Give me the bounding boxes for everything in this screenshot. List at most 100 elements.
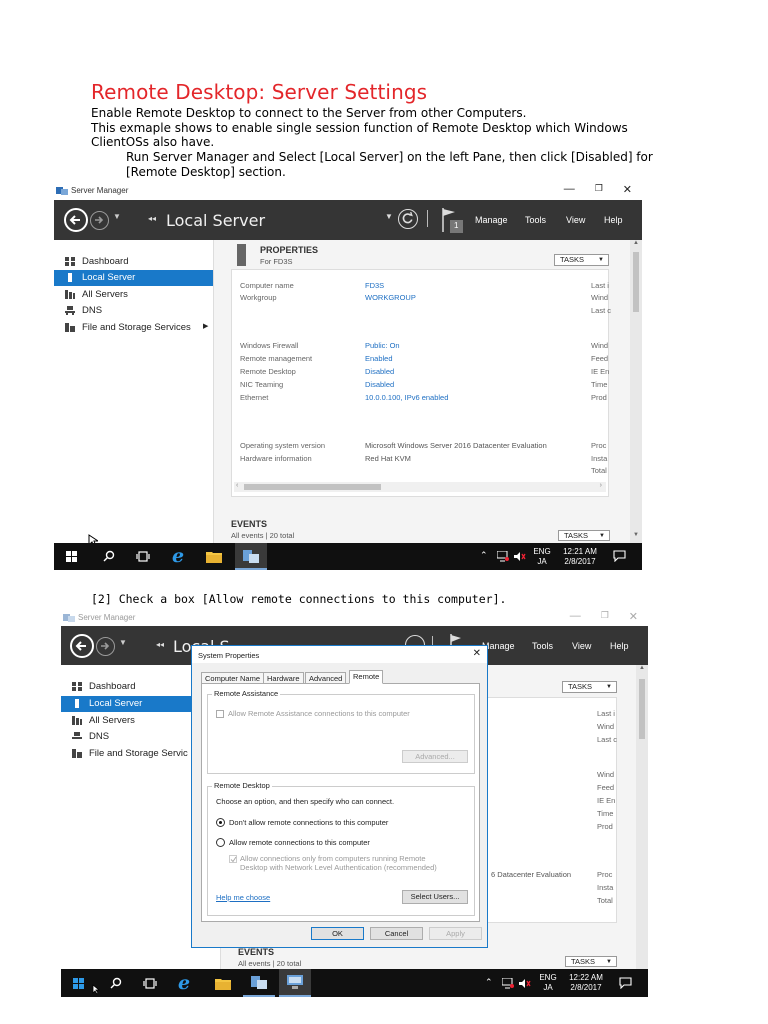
prop-value-link[interactable]: 10.0.0.100, IPv6 enabled xyxy=(365,393,448,402)
notification-icon[interactable] xyxy=(619,977,632,989)
network-icon[interactable] xyxy=(497,551,509,562)
sidebar-item-all-servers[interactable]: All Servers xyxy=(54,287,213,303)
file-explorer-icon[interactable] xyxy=(206,550,222,563)
scroll-down-icon[interactable]: ▼ xyxy=(633,532,639,538)
back-arrow-icon[interactable] xyxy=(64,208,88,232)
prop-value-link[interactable]: Enabled xyxy=(365,354,393,363)
prop-value-link[interactable]: FD3S xyxy=(365,281,384,290)
edge-icon[interactable]: e xyxy=(178,972,190,994)
menu-help[interactable]: Help xyxy=(610,641,629,651)
speaker-icon[interactable] xyxy=(519,978,531,989)
horizontal-scrollbar[interactable]: ‹ › xyxy=(234,482,606,492)
sidebar-item-label: Dashboard xyxy=(82,256,129,267)
language-primary: ENG xyxy=(533,547,551,556)
tab-remote[interactable]: Remote xyxy=(349,670,384,684)
file-explorer-icon[interactable] xyxy=(215,977,231,990)
minimize-icon[interactable]: — xyxy=(570,610,581,623)
menu-manage[interactable]: Manage xyxy=(475,215,508,225)
prop-value-link[interactable]: Public: On xyxy=(365,341,400,350)
tasks-label: TASKS xyxy=(564,531,589,540)
scroll-up-icon[interactable]: ▲ xyxy=(633,240,639,246)
language-indicator[interactable]: ENG JA xyxy=(536,973,560,993)
tasks-dropdown[interactable]: TASKS ▼ xyxy=(558,530,610,541)
tasks-dropdown[interactable]: TASKS ▼ xyxy=(554,254,609,266)
system-clock[interactable]: 12:22 AM 2/8/2017 xyxy=(564,973,608,993)
sidebar-item-file-storage[interactable]: File and Storage Services ▶ xyxy=(54,320,213,336)
radio-dont-allow[interactable] xyxy=(216,818,225,827)
notification-icon[interactable] xyxy=(613,550,626,562)
forward-arrow-icon[interactable] xyxy=(96,637,115,656)
network-icon[interactable] xyxy=(502,978,514,989)
search-icon[interactable] xyxy=(110,977,122,989)
task-view-icon[interactable] xyxy=(143,978,157,989)
windows-start-icon[interactable] xyxy=(66,551,77,562)
refresh-icon[interactable] xyxy=(398,209,418,229)
close-icon[interactable]: ✕ xyxy=(629,610,638,623)
windows-start-icon[interactable] xyxy=(73,978,84,989)
remote-assistance-checkbox[interactable] xyxy=(216,710,224,718)
menu-view[interactable]: View xyxy=(566,215,585,225)
help-me-choose-link[interactable]: Help me choose xyxy=(216,893,270,902)
menu-tools[interactable]: Tools xyxy=(532,641,553,651)
advanced-button[interactable]: Advanced... xyxy=(402,750,468,763)
prop-label-clipped: Time xyxy=(591,380,608,389)
language-indicator[interactable]: ENG JA xyxy=(530,547,554,567)
menu-view[interactable]: View xyxy=(572,641,591,651)
chevron-up-icon[interactable]: ⌃ xyxy=(480,550,488,561)
server-manager-taskbar-button[interactable] xyxy=(243,969,275,997)
maximize-icon[interactable]: ❐ xyxy=(601,610,609,623)
ok-button[interactable]: OK xyxy=(311,927,364,940)
vertical-scrollbar[interactable]: ▲ ▼ xyxy=(630,240,642,543)
radio-allow-remote[interactable] xyxy=(216,838,225,847)
vertical-scrollbar[interactable]: ▲ xyxy=(636,665,648,969)
prop-label: Windows Firewall xyxy=(240,341,299,350)
search-icon[interactable] xyxy=(103,550,115,562)
sidebar-item-dns[interactable]: DNS xyxy=(54,303,213,319)
edge-icon[interactable]: e xyxy=(172,545,184,567)
chevron-up-icon[interactable]: ⌃ xyxy=(485,977,493,988)
scrollbar-thumb[interactable] xyxy=(639,679,645,739)
flag-icon[interactable]: 1 xyxy=(441,206,465,234)
scroll-left-icon[interactable]: ‹ xyxy=(236,482,238,489)
scrollbar-thumb[interactable] xyxy=(633,252,639,312)
system-clock[interactable]: 12:21 AM 2/8/2017 xyxy=(558,547,602,567)
prop-value-link[interactable]: Disabled xyxy=(365,380,394,389)
task-view-icon[interactable] xyxy=(136,551,150,562)
apply-button[interactable]: Apply xyxy=(429,927,482,940)
close-icon[interactable]: ✕ xyxy=(473,648,481,659)
tasks-dropdown[interactable]: TASKS ▼ xyxy=(562,681,617,693)
taskbar: e ⌃ ENG JA 12:21 AM 2/8/2017 xyxy=(54,543,642,570)
chevron-down-icon[interactable]: ▼ xyxy=(119,638,127,647)
remote-desktop-disabled-link[interactable]: Disabled xyxy=(365,367,394,376)
speaker-icon[interactable] xyxy=(514,551,526,562)
prop-value-link[interactable]: WORKGROUP xyxy=(365,293,416,302)
menu-help[interactable]: Help xyxy=(604,215,623,225)
events-subtitle: All events | 20 total xyxy=(231,531,295,540)
server-manager-window-2: Server Manager — ❐ ✕ ▼ ◂◂ Local S Manage… xyxy=(61,610,648,997)
doc-intro-line: Enable Remote Desktop to connect to the … xyxy=(91,106,527,120)
system-properties-taskbar-button[interactable] xyxy=(279,969,311,997)
sidebar-item-label: File and Storage Servic xyxy=(89,748,188,759)
close-icon[interactable]: ✕ xyxy=(623,183,632,196)
select-users-button[interactable]: Select Users... xyxy=(402,890,468,904)
scrollbar-thumb[interactable] xyxy=(244,484,381,490)
minimize-icon[interactable]: — xyxy=(564,183,575,196)
sidebar-item-dashboard[interactable]: Dashboard xyxy=(54,254,213,270)
scroll-up-icon[interactable]: ▲ xyxy=(639,665,645,671)
forward-arrow-icon[interactable] xyxy=(90,211,109,230)
server-manager-taskbar-button[interactable] xyxy=(235,543,267,570)
tasks-dropdown[interactable]: TASKS ▼ xyxy=(565,956,617,967)
sidebar-item-local-server[interactable]: Local Server xyxy=(54,270,213,286)
window-title: Server Manager xyxy=(71,186,129,195)
menu-tools[interactable]: Tools xyxy=(525,215,546,225)
scroll-right-icon[interactable]: › xyxy=(600,482,602,489)
back-arrow-icon[interactable] xyxy=(70,634,94,658)
properties-title: PROPERTIES xyxy=(260,245,319,255)
chevron-down-icon[interactable]: ▼ xyxy=(385,212,393,221)
nla-checkbox[interactable] xyxy=(229,855,237,863)
clock-time: 12:21 AM xyxy=(563,547,597,556)
cancel-button[interactable]: Cancel xyxy=(370,927,423,940)
maximize-icon[interactable]: ❐ xyxy=(595,183,603,196)
chevron-down-icon[interactable]: ▼ xyxy=(113,212,121,221)
system-properties-icon xyxy=(287,975,303,989)
